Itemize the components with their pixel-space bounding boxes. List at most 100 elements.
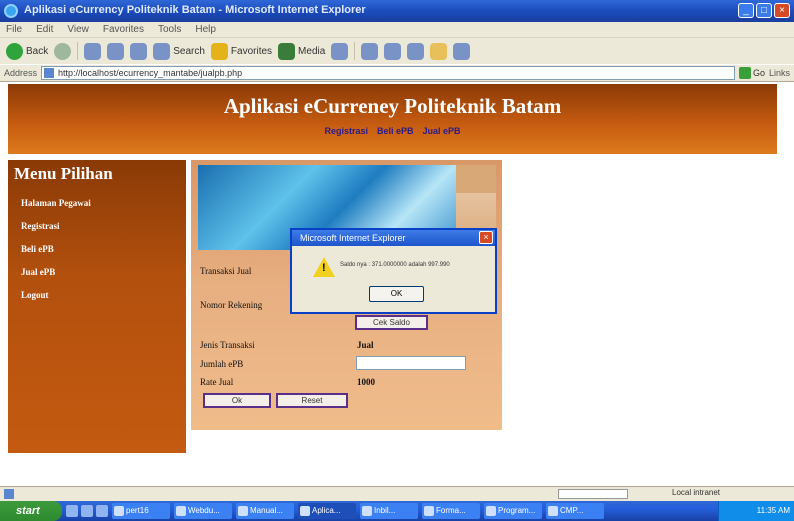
sidebar-item-logout[interactable]: Logout [21, 290, 91, 313]
sidebar-item-beli-epb[interactable]: Beli ePB [21, 244, 91, 267]
messenger-icon[interactable] [453, 42, 471, 60]
zone-label: Local intranet [672, 488, 721, 497]
taskbar-item[interactable]: Manual... [236, 503, 294, 519]
menu-favorites[interactable]: Favorites [103, 24, 144, 35]
window-titlebar: Aplikasi eCurrency Politeknik Batam - Mi… [0, 0, 794, 22]
close-button[interactable]: × [774, 3, 790, 18]
taskbar-item[interactable]: pert16 [112, 503, 170, 519]
menu-bar: File Edit View Favorites Tools Help [0, 22, 794, 38]
system-tray: 11:35 AM [718, 501, 794, 521]
dialog-message: Saldo nya : 371.0000000 adalah 997.990 [340, 262, 450, 268]
forward-arrow-icon[interactable] [54, 42, 72, 60]
toolbar-separator [354, 42, 356, 60]
top-nav: Registrasi Beli ePB Jual ePB [8, 126, 777, 136]
page-title: Aplikasi eCurreney Politeknik Batam [223, 94, 562, 118]
alert-dialog: Microsoft Internet Explorer × ! Saldo ny… [290, 228, 497, 314]
window-title: Aplikasi eCurrency Politeknik Batam - Mi… [24, 4, 366, 16]
done-page-icon [4, 489, 14, 499]
jenis-transaksi-label: Jenis Transaksi [200, 340, 255, 350]
taskbar-item[interactable]: CMP... [546, 503, 604, 519]
cek-saldo-button[interactable]: Cek Saldo [355, 315, 428, 330]
ok-button[interactable]: Ok [203, 393, 271, 408]
menu-view[interactable]: View [67, 24, 89, 35]
clock: 11:35 AM [756, 506, 790, 515]
quick-launch-ie-icon[interactable] [81, 505, 93, 517]
nav-link-beli-epb[interactable]: Beli ePB [377, 126, 414, 136]
media-label: Media [298, 45, 326, 57]
home-icon[interactable] [130, 42, 148, 60]
address-input[interactable]: http://localhost/ecurrency_mantabe/jualp… [41, 66, 735, 80]
sidebar-list: Halaman Pegawai Registrasi Beli ePB Jual… [21, 198, 91, 313]
search-button[interactable]: Search [153, 42, 205, 60]
quick-launch-desktop-icon[interactable] [66, 505, 78, 517]
links-label[interactable]: Links [769, 68, 790, 78]
search-icon [153, 42, 171, 60]
menu-tools[interactable]: Tools [158, 24, 181, 35]
jumlah-epb-label: Jumlah ePB [200, 359, 244, 369]
reset-button[interactable]: Reset [276, 393, 348, 408]
taskbar-item[interactable]: Webdu... [174, 503, 232, 519]
sidebar-item-registrasi[interactable]: Registrasi [21, 221, 91, 244]
menu-help[interactable]: Help [195, 24, 216, 35]
sidebar-item-halaman-pegawai[interactable]: Halaman Pegawai [21, 198, 91, 221]
quick-launch-media-icon[interactable] [96, 505, 108, 517]
taskbar-item[interactable]: Program... [484, 503, 542, 519]
back-label: Back [26, 45, 49, 57]
edit-icon[interactable] [407, 42, 425, 60]
page-header: Aplikasi eCurreney Politeknik Batam Regi… [8, 84, 777, 154]
window-controls: _ □ × [738, 3, 790, 18]
banner-side-image [456, 165, 496, 193]
media-button[interactable]: Media [278, 42, 326, 60]
taskbar-item-active[interactable]: Aplica... [298, 503, 356, 519]
maximize-button[interactable]: □ [756, 3, 772, 18]
taskbar: start pert16 Webdu... Manual... Aplica..… [0, 501, 794, 521]
back-button[interactable]: Back [6, 42, 49, 60]
media-icon [278, 42, 296, 60]
star-icon [210, 42, 228, 60]
print-icon[interactable] [384, 42, 402, 60]
jumlah-epb-input[interactable] [356, 356, 466, 370]
page-icon [44, 68, 55, 78]
dialog-close-button[interactable]: × [479, 231, 493, 244]
search-label: Search [173, 45, 205, 57]
sidebar-title: Menu Pilihan [14, 164, 113, 183]
favorites-button[interactable]: Favorites [210, 42, 273, 60]
browser-toolbar: Back Search Favorites Media [0, 38, 794, 64]
refresh-icon[interactable] [107, 42, 125, 60]
go-arrow-icon [738, 67, 751, 79]
go-button[interactable]: Go [738, 67, 765, 79]
folder-icon[interactable] [430, 42, 448, 60]
minimize-button[interactable]: _ [738, 3, 754, 18]
address-bar: Address http://localhost/ecurrency_manta… [0, 64, 794, 82]
history-icon[interactable] [331, 42, 349, 60]
nav-link-registrasi[interactable]: Registrasi [324, 126, 368, 136]
jenis-transaksi-value: Jual [357, 340, 374, 350]
address-url: http://localhost/ecurrency_mantabe/jualp… [58, 68, 243, 78]
stop-icon[interactable] [84, 42, 102, 60]
address-label: Address [4, 68, 38, 78]
progress-field [558, 489, 628, 499]
dialog-title: Microsoft Internet Explorer [300, 233, 406, 243]
warning-icon: ! [313, 257, 335, 277]
go-label: Go [752, 68, 765, 78]
menu-edit[interactable]: Edit [36, 24, 53, 35]
menu-file[interactable]: File [6, 24, 22, 35]
favorites-label: Favorites [230, 45, 273, 57]
status-bar: Local intranet [0, 486, 794, 501]
start-button[interactable]: start [0, 501, 62, 521]
toolbar-separator [77, 42, 79, 60]
nav-link-jual-epb[interactable]: Jual ePB [423, 126, 461, 136]
rekening-label: Nomor Rekening [200, 300, 263, 310]
dialog-ok-button[interactable]: OK [369, 286, 424, 302]
sidebar-item-jual-epb[interactable]: Jual ePB [21, 267, 91, 290]
internet-explorer-icon [4, 4, 18, 18]
transaksi-label: Transaksi Jual [200, 266, 252, 276]
back-arrow-icon [6, 42, 23, 60]
taskbar-item[interactable]: Inbil... [360, 503, 418, 519]
rate-jual-label: Rate Jual [200, 377, 234, 387]
taskbar-item[interactable]: Forma... [422, 503, 480, 519]
mail-icon[interactable] [361, 42, 379, 60]
quick-launch [66, 505, 108, 517]
rate-jual-value: 1000 [357, 377, 375, 387]
dialog-titlebar: Microsoft Internet Explorer × [292, 230, 495, 246]
